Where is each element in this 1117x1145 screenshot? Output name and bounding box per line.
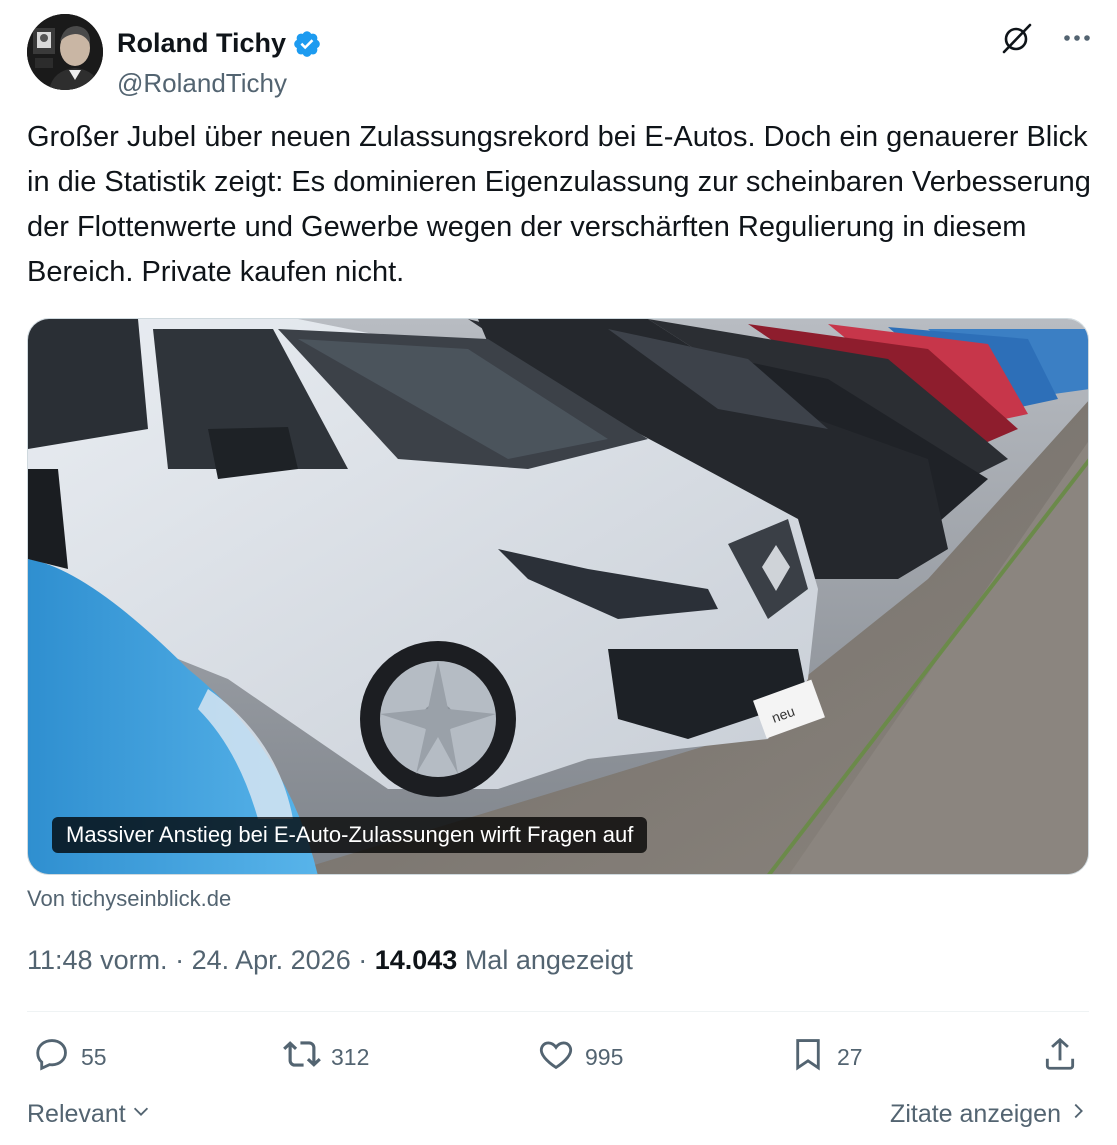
bookmark-button[interactable]: 27	[789, 1032, 863, 1082]
chevron-right-icon	[1067, 1100, 1089, 1129]
tweet-meta: 11:48 vorm. · 24. Apr. 2026 · 14.043 Mal…	[27, 945, 633, 976]
tweet-date[interactable]: 24. Apr. 2026	[192, 945, 351, 975]
bookmark-icon	[789, 1035, 827, 1079]
avatar[interactable]	[27, 14, 103, 90]
more-icon[interactable]	[1057, 18, 1097, 58]
tweet-text: Großer Jubel über neuen Zulassungsrekord…	[27, 121, 1091, 288]
like-count: 995	[585, 1043, 624, 1070]
reply-icon	[33, 1035, 71, 1079]
reply-button[interactable]: 55	[33, 1032, 107, 1082]
repost-count: 312	[331, 1043, 370, 1070]
tweet-header: Roland Tichy @RolandTichy	[27, 14, 1097, 98]
handle[interactable]: @RolandTichy	[117, 68, 287, 99]
tweet-time[interactable]: 11:48 vorm.	[27, 945, 168, 975]
repost-icon	[283, 1035, 321, 1079]
views-label: Mal angezeigt	[457, 945, 633, 975]
share-button[interactable]	[1041, 1032, 1079, 1082]
chevron-down-icon	[130, 1100, 152, 1129]
reply-count: 55	[81, 1043, 107, 1070]
sort-label: Relevant	[27, 1100, 126, 1128]
quotes-label: Zitate anzeigen	[890, 1100, 1061, 1128]
card-source[interactable]: Von tichyseinblick.de	[27, 886, 231, 912]
meta-separator: ·	[350, 945, 375, 975]
bookmark-count: 27	[837, 1043, 863, 1070]
divider	[27, 1011, 1089, 1012]
card-image: neu	[28, 319, 1088, 874]
sort-replies-button[interactable]: Relevant	[27, 1100, 152, 1129]
verified-badge-icon[interactable]	[292, 29, 322, 59]
repost-button[interactable]: 312	[283, 1032, 369, 1082]
card-caption: Massiver Anstieg bei E-Auto-Zulassungen …	[52, 817, 648, 853]
name-row: Roland Tichy	[117, 28, 322, 59]
like-button[interactable]: 995	[537, 1032, 623, 1082]
action-bar: 55 312 995 27	[27, 1032, 1089, 1082]
link-card[interactable]: neu Massiver Anstieg bei E-Auto-Zulassun…	[27, 318, 1089, 875]
view-quotes-link[interactable]: Zitate anzeigen	[890, 1100, 1089, 1129]
views-count: 14.043	[374, 945, 458, 975]
share-icon	[1041, 1035, 1079, 1079]
heart-icon	[537, 1035, 575, 1079]
display-name[interactable]: Roland Tichy	[117, 28, 286, 59]
grok-icon[interactable]	[997, 18, 1037, 58]
meta-separator: ·	[167, 945, 192, 975]
